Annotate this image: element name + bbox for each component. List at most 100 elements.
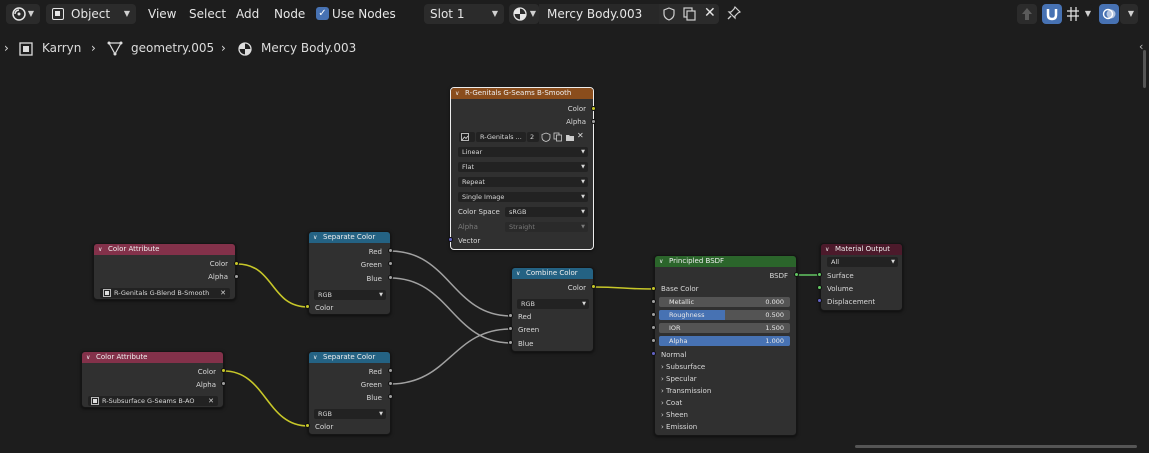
input-socket-vector[interactable] (448, 237, 453, 242)
chevron-down-icon[interactable]: ∨ (86, 352, 90, 363)
chevron-down-icon[interactable]: ∨ (98, 244, 102, 255)
input-color-label: Color (315, 423, 334, 431)
input-socket-surface[interactable] (817, 272, 822, 277)
input-socket-color[interactable] (305, 423, 310, 428)
extension-dropdown[interactable]: Repeat ▼ (458, 177, 588, 187)
input-socket-normal[interactable] (651, 351, 656, 356)
panel-emission[interactable]: › Emission (661, 422, 697, 432)
chevron-down-icon[interactable]: ∨ (455, 88, 459, 99)
chevron-down-icon: ▼ (581, 224, 585, 230)
roughness-slider[interactable]: Roughness 0.500 (659, 310, 790, 320)
node-header[interactable]: ∨ Color Attribute (94, 244, 235, 255)
panel-transmission[interactable]: › Transmission (661, 386, 711, 396)
attribute-layer-field[interactable]: R-Subsurface G-Seams B-AO ✕ (88, 396, 218, 406)
output-socket-blue[interactable] (388, 394, 393, 399)
panel-subsurface[interactable]: › Subsurface (661, 362, 705, 372)
combine-color-node[interactable]: ∨ Combine Color Color RGB ▼ Red Green Bl… (511, 267, 594, 352)
output-socket-red[interactable] (388, 248, 393, 253)
panel-coat[interactable]: › Coat (661, 398, 682, 408)
node-header[interactable]: ∨ Principled BSDF (655, 256, 796, 267)
input-socket-green[interactable] (508, 326, 513, 331)
alpha-slider[interactable]: Alpha 1.000 (659, 336, 790, 346)
color-space-dropdown[interactable]: sRGB ▼ (505, 207, 588, 217)
projection-dropdown[interactable]: Flat ▼ (458, 162, 588, 172)
input-socket-volume[interactable] (817, 285, 822, 290)
node-header[interactable]: ∨ Color Attribute (82, 352, 223, 363)
output-socket-alpha[interactable] (221, 381, 226, 386)
source-dropdown[interactable]: Single Image ▼ (458, 192, 588, 202)
chevron-down-icon: ▼ (581, 194, 585, 200)
output-socket-blue[interactable] (388, 275, 393, 280)
image-browse-button[interactable] (459, 132, 475, 142)
node-title: Separate Color (323, 353, 376, 361)
image-texture-node[interactable]: ∨ R-Genitals G-Seams B-Smooth Color Alph… (450, 87, 594, 250)
image-users-count[interactable]: 2 (527, 132, 539, 142)
input-base-color-label: Base Color (661, 285, 699, 293)
input-red-label: Red (518, 313, 532, 321)
input-socket-red[interactable] (508, 313, 513, 318)
output-socket-alpha[interactable] (591, 119, 596, 124)
node-header[interactable]: ∨ Separate Color (309, 352, 390, 363)
interpolation-dropdown[interactable]: Linear ▼ (458, 147, 588, 157)
close-icon[interactable]: ✕ (577, 131, 584, 140)
output-socket-color[interactable] (221, 368, 226, 373)
chevron-down-icon[interactable]: ∨ (659, 256, 663, 267)
output-alpha-label: Alpha (196, 381, 216, 389)
color-attribute-node[interactable]: ∨ Color Attribute Color Alpha R-Subsurfa… (81, 351, 224, 408)
slider-value: 1.000 (765, 337, 784, 345)
ior-slider[interactable]: IOR 1.500 (659, 323, 790, 333)
metallic-slider[interactable]: Metallic 0.000 (659, 297, 790, 307)
input-socket-displacement[interactable] (817, 298, 822, 303)
material-output-node[interactable]: ∨ Material Output All ▼ Surface Volume D… (820, 243, 903, 311)
image-name-field[interactable]: R-Genitals ... (476, 132, 526, 142)
input-socket-alpha[interactable] (651, 338, 656, 343)
panel-sheen[interactable]: › Sheen (661, 410, 688, 420)
input-socket-ior[interactable] (651, 325, 656, 330)
input-socket-color[interactable] (305, 304, 310, 309)
open-image-icon[interactable] (565, 132, 575, 142)
output-socket-green[interactable] (388, 261, 393, 266)
mode-dropdown[interactable]: RGB ▼ (517, 299, 589, 309)
output-socket-alpha[interactable] (234, 274, 239, 279)
duplicate-icon[interactable] (553, 132, 563, 142)
output-socket-color[interactable] (234, 261, 239, 266)
input-surface-label: Surface (827, 272, 854, 280)
output-socket-green[interactable] (388, 381, 393, 386)
color-attribute-node[interactable]: ∨ Color Attribute Color Alpha R-Genitals… (93, 243, 236, 300)
separate-color-node[interactable]: ∨ Separate Color Red Green Blue RGB ▼ Co… (308, 351, 391, 435)
mode-dropdown[interactable]: RGB ▼ (314, 290, 386, 300)
fake-user-shield-icon[interactable] (541, 132, 551, 142)
separate-color-node[interactable]: ∨ Separate Color Red Green Blue RGB ▼ Co… (308, 231, 391, 315)
chevron-down-icon[interactable]: ∨ (313, 232, 317, 243)
output-socket-color[interactable] (591, 284, 596, 289)
node-header[interactable]: ∨ R-Genitals G-Seams B-Smooth (451, 88, 593, 99)
output-socket-color[interactable] (591, 106, 596, 111)
chevron-down-icon[interactable]: ∨ (516, 268, 520, 279)
mode-dropdown[interactable]: RGB ▼ (314, 409, 386, 419)
principled-bsdf-node[interactable]: ∨ Principled BSDF BSDF Base Color Metall… (654, 255, 797, 436)
attribute-layer-field[interactable]: R-Genitals G-Blend B-Smooth ✕ (100, 288, 230, 298)
input-blue-label: Blue (518, 340, 534, 348)
target-dropdown[interactable]: All ▼ (827, 257, 898, 267)
input-displacement-label: Displacement (827, 298, 876, 306)
chevron-down-icon: ▼ (582, 301, 586, 307)
output-socket-bsdf[interactable] (794, 272, 799, 277)
input-socket-metallic[interactable] (651, 299, 656, 304)
close-icon[interactable]: ✕ (208, 396, 214, 406)
input-socket-blue[interactable] (508, 340, 513, 345)
chevron-down-icon[interactable]: ∨ (825, 244, 829, 255)
input-socket-base-color[interactable] (651, 286, 656, 291)
output-socket-red[interactable] (388, 368, 393, 373)
chevron-down-icon[interactable]: ∨ (313, 352, 317, 363)
close-icon[interactable]: ✕ (220, 288, 226, 298)
projection-value: Flat (462, 163, 475, 171)
node-title: R-Genitals G-Seams B-Smooth (465, 89, 572, 97)
alpha-mode-dropdown[interactable]: Straight ▼ (505, 222, 588, 232)
panel-label: Subsurface (666, 363, 706, 371)
node-header[interactable]: ∨ Separate Color (309, 232, 390, 243)
node-header[interactable]: ∨ Material Output (821, 244, 902, 255)
input-socket-roughness[interactable] (651, 312, 656, 317)
panel-specular[interactable]: › Specular (661, 374, 697, 384)
output-red-label: Red (368, 368, 382, 376)
node-header[interactable]: ∨ Combine Color (512, 268, 593, 279)
